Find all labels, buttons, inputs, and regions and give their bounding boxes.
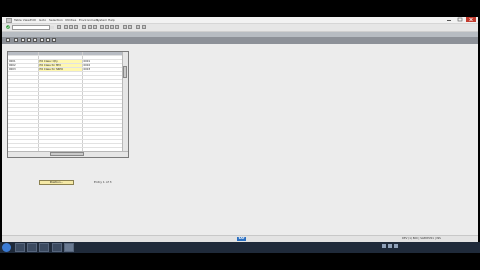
media-player-icon[interactable]	[39, 243, 49, 252]
sap-logo: SAP	[237, 237, 246, 241]
menu-goto[interactable]: Goto	[39, 18, 46, 22]
previous-page-icon[interactable]	[105, 25, 109, 29]
maximize-icon[interactable]	[455, 17, 465, 22]
find-icon[interactable]	[88, 25, 92, 29]
explorer-icon[interactable]	[15, 243, 25, 252]
deselect-all-icon[interactable]	[52, 38, 56, 42]
next-page-icon[interactable]	[110, 25, 114, 29]
minimize-icon[interactable]	[444, 17, 454, 22]
shortcut-icon[interactable]	[128, 25, 132, 29]
scroll-thumb[interactable]	[50, 152, 84, 156]
menu-selection[interactable]: Selection	[49, 18, 63, 22]
start-icon[interactable]	[2, 243, 11, 252]
menu-bar: Table View Edit Goto Selection Utilities…	[2, 17, 478, 24]
exit-icon[interactable]	[69, 25, 73, 29]
menu-help[interactable]: Help	[108, 18, 115, 22]
last-page-icon[interactable]	[115, 25, 119, 29]
status-bar: SAP DEV (1) 800 | SAPDEV01 | INS	[2, 235, 478, 242]
position-button[interactable]: Position...	[39, 180, 74, 185]
browser-icon[interactable]	[27, 243, 37, 252]
system-info: DEV (1) 800 | SAPDEV01 | INS	[402, 237, 441, 240]
undo-icon[interactable]	[33, 38, 37, 42]
vertical-scrollbar[interactable]	[122, 52, 128, 151]
back-icon[interactable]	[64, 25, 68, 29]
enter-icon[interactable]	[6, 25, 10, 29]
volume-icon[interactable]	[388, 244, 392, 248]
layout-icon[interactable]	[142, 25, 146, 29]
display-change-icon[interactable]	[6, 38, 10, 42]
windows-taskbar	[0, 242, 480, 253]
menu-table-view[interactable]: Table View	[14, 18, 30, 22]
command-field[interactable]	[12, 25, 54, 30]
entry-count: Entry 1 of 3	[94, 180, 112, 184]
menu-utilities[interactable]: Utilities	[65, 18, 76, 22]
chevron-down-icon[interactable]	[50, 26, 54, 29]
find-next-icon[interactable]	[93, 25, 97, 29]
scroll-thumb[interactable]	[123, 66, 127, 78]
menu-system[interactable]: System	[96, 18, 107, 22]
sap-window: Table View Edit Goto Selection Utilities…	[2, 17, 478, 242]
system-tray	[382, 244, 452, 250]
menu-edit[interactable]: Edit	[30, 18, 36, 22]
data-table: 0001 PO Class I Qty 0001 0002 PO Class for M…	[8, 52, 125, 157]
new-entries-icon[interactable]	[14, 38, 18, 42]
cancel-icon[interactable]	[74, 25, 78, 29]
sap-menu-icon[interactable]	[6, 18, 12, 23]
help-icon[interactable]	[136, 25, 140, 29]
save-icon[interactable]	[57, 25, 61, 29]
select-block-icon[interactable]	[46, 38, 50, 42]
create-session-icon[interactable]	[123, 25, 127, 29]
flag-icon[interactable]	[394, 244, 398, 248]
sap-logon-icon[interactable]	[64, 243, 74, 252]
application-toolbar	[2, 37, 478, 44]
network-icon[interactable]	[382, 244, 386, 248]
standard-toolbar	[2, 24, 478, 32]
print-icon[interactable]	[82, 25, 86, 29]
copy-icon[interactable]	[21, 38, 25, 42]
horizontal-scrollbar[interactable]	[8, 151, 128, 157]
select-all-icon[interactable]	[40, 38, 44, 42]
table-control: 0001 PO Class I Qty 0001 0002 PO Class for M…	[7, 51, 129, 158]
delete-icon[interactable]	[27, 38, 31, 42]
terminal-icon[interactable]	[52, 243, 62, 252]
first-page-icon[interactable]	[100, 25, 104, 29]
close-icon[interactable]	[466, 17, 476, 22]
